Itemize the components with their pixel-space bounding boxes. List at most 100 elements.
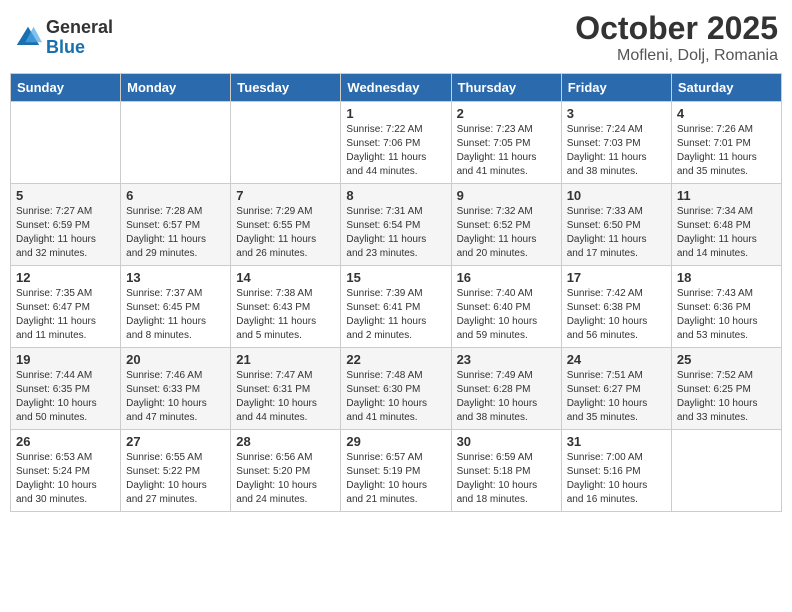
calendar-cell: 24Sunrise: 7:51 AM Sunset: 6:27 PM Dayli…	[561, 348, 671, 430]
day-number: 14	[236, 270, 335, 285]
day-info: Sunrise: 7:34 AM Sunset: 6:48 PM Dayligh…	[677, 205, 776, 261]
weekday-header-tuesday: Tuesday	[231, 74, 341, 102]
calendar-week-row: 12Sunrise: 7:35 AM Sunset: 6:47 PM Dayli…	[11, 266, 782, 348]
calendar-cell: 2 Sunrise: 7:23 AM Sunset: 7:05 PM Daylig…	[451, 102, 561, 184]
day-info: Sunrise: 7:48 AM Sunset: 6:30 PM Dayligh…	[346, 369, 445, 425]
day-info: Sunrise: 7:43 AM Sunset: 6:36 PM Dayligh…	[677, 287, 776, 343]
logo-text: General Blue	[46, 18, 113, 58]
day-number: 2	[457, 106, 556, 121]
day-info: Sunrise: 7:00 AM Sunset: 5:16 PM Dayligh…	[567, 451, 666, 507]
weekday-header-saturday: Saturday	[671, 74, 781, 102]
day-number: 6	[126, 188, 225, 203]
day-info: Sunrise: 7:24 AM Sunset: 7:03 PM Dayligh…	[567, 123, 666, 179]
calendar-cell: 10 Sunrise: 7:33 AM Sunset: 6:50 PM Dayli…	[561, 184, 671, 266]
calendar-cell: 5 Sunrise: 7:27 AM Sunset: 6:59 PM Daylig…	[11, 184, 121, 266]
calendar-week-row: 19Sunrise: 7:44 AM Sunset: 6:35 PM Dayli…	[11, 348, 782, 430]
calendar-cell: 19Sunrise: 7:44 AM Sunset: 6:35 PM Dayli…	[11, 348, 121, 430]
day-number: 26	[16, 434, 115, 449]
location-subtitle: Mofleni, Dolj, Romania	[575, 47, 778, 65]
calendar-cell: 22 Sunrise: 7:48 AM Sunset: 6:30 PM Dayli…	[341, 348, 451, 430]
calendar-cell: 15Sunrise: 7:39 AM Sunset: 6:41 PM Dayli…	[341, 266, 451, 348]
day-info: Sunrise: 7:52 AM Sunset: 6:25 PM Dayligh…	[677, 369, 776, 425]
calendar-cell	[231, 102, 341, 184]
day-info: Sunrise: 6:53 AM Sunset: 5:24 PM Dayligh…	[16, 451, 115, 507]
calendar-cell: 18Sunrise: 7:43 AM Sunset: 6:36 PM Dayli…	[671, 266, 781, 348]
day-number: 7	[236, 188, 335, 203]
day-number: 20	[126, 352, 225, 367]
calendar-cell: 31 Sunrise: 7:00 AM Sunset: 5:16 PM Dayli…	[561, 430, 671, 512]
day-number: 11	[677, 188, 776, 203]
calendar-cell: 25Sunrise: 7:52 AM Sunset: 6:25 PM Dayli…	[671, 348, 781, 430]
calendar-cell: 28Sunrise: 6:56 AM Sunset: 5:20 PM Dayli…	[231, 430, 341, 512]
day-info: Sunrise: 7:32 AM Sunset: 6:52 PM Dayligh…	[457, 205, 556, 261]
day-number: 22	[346, 352, 445, 367]
calendar-cell: 29Sunrise: 6:57 AM Sunset: 5:19 PM Dayli…	[341, 430, 451, 512]
calendar-cell: 17 Sunrise: 7:42 AM Sunset: 6:38 PM Dayli…	[561, 266, 671, 348]
logo: General Blue	[14, 18, 113, 58]
day-info: Sunrise: 7:51 AM Sunset: 6:27 PM Dayligh…	[567, 369, 666, 425]
calendar-cell	[121, 102, 231, 184]
calendar-table: SundayMondayTuesdayWednesdayThursdayFrid…	[10, 73, 782, 512]
calendar-cell: 8 Sunrise: 7:31 AM Sunset: 6:54 PM Daylig…	[341, 184, 451, 266]
month-year-title: October 2025	[575, 10, 778, 47]
day-number: 10	[567, 188, 666, 203]
calendar-cell: 7 Sunrise: 7:29 AM Sunset: 6:55 PM Daylig…	[231, 184, 341, 266]
day-info: Sunrise: 7:33 AM Sunset: 6:50 PM Dayligh…	[567, 205, 666, 261]
calendar-cell: 20 Sunrise: 7:46 AM Sunset: 6:33 PM Dayli…	[121, 348, 231, 430]
day-number: 5	[16, 188, 115, 203]
day-info: Sunrise: 7:29 AM Sunset: 6:55 PM Dayligh…	[236, 205, 335, 261]
calendar-cell: 14 Sunrise: 7:38 AM Sunset: 6:43 PM Dayli…	[231, 266, 341, 348]
calendar-week-row: 26 Sunrise: 6:53 AM Sunset: 5:24 PM Dayli…	[11, 430, 782, 512]
day-number: 12	[16, 270, 115, 285]
weekday-header-thursday: Thursday	[451, 74, 561, 102]
day-number: 21	[236, 352, 335, 367]
day-info: Sunrise: 7:44 AM Sunset: 6:35 PM Dayligh…	[16, 369, 115, 425]
day-number: 27	[126, 434, 225, 449]
calendar-cell	[11, 102, 121, 184]
day-info: Sunrise: 7:38 AM Sunset: 6:43 PM Dayligh…	[236, 287, 335, 343]
day-number: 1	[346, 106, 445, 121]
logo-general-text: General	[46, 18, 113, 38]
day-number: 17	[567, 270, 666, 285]
calendar-cell: 1 Sunrise: 7:22 AM Sunset: 7:06 PM Daylig…	[341, 102, 451, 184]
calendar-cell: 11 Sunrise: 7:34 AM Sunset: 6:48 PM Dayli…	[671, 184, 781, 266]
calendar-cell: 16Sunrise: 7:40 AM Sunset: 6:40 PM Dayli…	[451, 266, 561, 348]
calendar-cell	[671, 430, 781, 512]
calendar-cell: 9 Sunrise: 7:32 AM Sunset: 6:52 PM Daylig…	[451, 184, 561, 266]
calendar-week-row: 5 Sunrise: 7:27 AM Sunset: 6:59 PM Daylig…	[11, 184, 782, 266]
day-info: Sunrise: 7:42 AM Sunset: 6:38 PM Dayligh…	[567, 287, 666, 343]
day-info: Sunrise: 7:40 AM Sunset: 6:40 PM Dayligh…	[457, 287, 556, 343]
title-section: October 2025 Mofleni, Dolj, Romania	[575, 10, 778, 65]
day-number: 8	[346, 188, 445, 203]
calendar-cell: 13 Sunrise: 7:37 AM Sunset: 6:45 PM Dayli…	[121, 266, 231, 348]
day-info: Sunrise: 7:37 AM Sunset: 6:45 PM Dayligh…	[126, 287, 225, 343]
calendar-cell: 23Sunrise: 7:49 AM Sunset: 6:28 PM Dayli…	[451, 348, 561, 430]
day-info: Sunrise: 6:55 AM Sunset: 5:22 PM Dayligh…	[126, 451, 225, 507]
day-info: Sunrise: 7:26 AM Sunset: 7:01 PM Dayligh…	[677, 123, 776, 179]
day-info: Sunrise: 7:23 AM Sunset: 7:05 PM Dayligh…	[457, 123, 556, 179]
day-number: 28	[236, 434, 335, 449]
weekday-header-friday: Friday	[561, 74, 671, 102]
day-number: 13	[126, 270, 225, 285]
weekday-header-row: SundayMondayTuesdayWednesdayThursdayFrid…	[11, 74, 782, 102]
day-info: Sunrise: 7:47 AM Sunset: 6:31 PM Dayligh…	[236, 369, 335, 425]
day-number: 9	[457, 188, 556, 203]
day-info: Sunrise: 7:39 AM Sunset: 6:41 PM Dayligh…	[346, 287, 445, 343]
calendar-cell: 3Sunrise: 7:24 AM Sunset: 7:03 PM Daylig…	[561, 102, 671, 184]
logo-icon	[14, 24, 42, 52]
calendar-week-row: 1 Sunrise: 7:22 AM Sunset: 7:06 PM Daylig…	[11, 102, 782, 184]
day-number: 23	[457, 352, 556, 367]
logo-blue-text: Blue	[46, 38, 113, 58]
weekday-header-wednesday: Wednesday	[341, 74, 451, 102]
day-number: 4	[677, 106, 776, 121]
calendar-cell: 27 Sunrise: 6:55 AM Sunset: 5:22 PM Dayli…	[121, 430, 231, 512]
page-header: General Blue October 2025 Mofleni, Dolj,…	[10, 10, 782, 65]
day-info: Sunrise: 7:46 AM Sunset: 6:33 PM Dayligh…	[126, 369, 225, 425]
day-info: Sunrise: 6:59 AM Sunset: 5:18 PM Dayligh…	[457, 451, 556, 507]
calendar-cell: 4 Sunrise: 7:26 AM Sunset: 7:01 PM Daylig…	[671, 102, 781, 184]
day-info: Sunrise: 7:22 AM Sunset: 7:06 PM Dayligh…	[346, 123, 445, 179]
day-info: Sunrise: 7:27 AM Sunset: 6:59 PM Dayligh…	[16, 205, 115, 261]
day-info: Sunrise: 7:28 AM Sunset: 6:57 PM Dayligh…	[126, 205, 225, 261]
day-number: 31	[567, 434, 666, 449]
day-info: Sunrise: 7:31 AM Sunset: 6:54 PM Dayligh…	[346, 205, 445, 261]
